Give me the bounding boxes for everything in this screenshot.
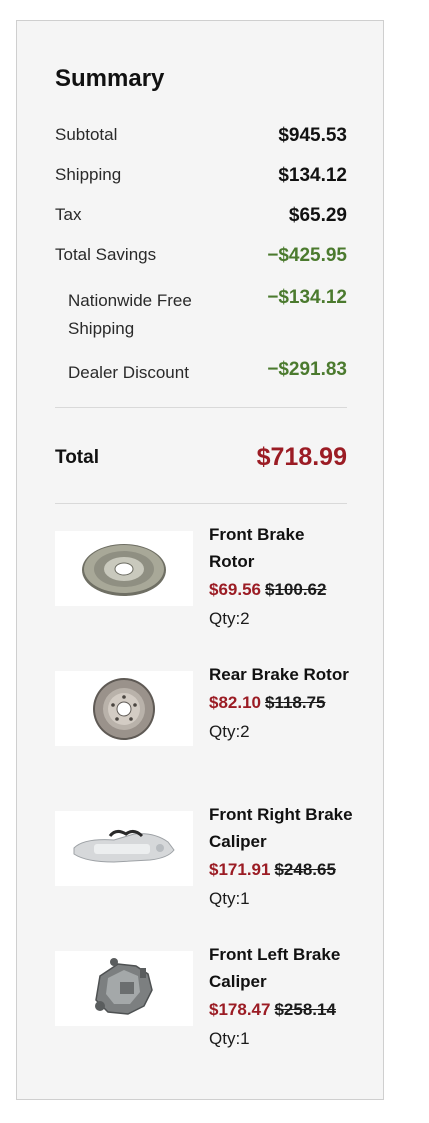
item-info: Front Brake Rotor $69.56 $100.62 Qty:2 xyxy=(209,521,353,633)
divider xyxy=(55,503,347,504)
item-name[interactable]: Front Left Brake Caliper xyxy=(209,941,353,995)
nationwide-shipping-row: Nationwide Free Shipping −$134.12 xyxy=(55,287,347,343)
tax-value: $65.29 xyxy=(288,205,347,226)
shipping-label: Shipping xyxy=(55,165,122,184)
total-label: Total xyxy=(55,446,99,468)
sale-price: $69.56 xyxy=(209,580,261,599)
tax-row: Tax $65.29 xyxy=(55,205,347,227)
item-quantity: Qty:1 xyxy=(209,1029,250,1048)
sale-price: $171.91 xyxy=(209,860,271,879)
subtotal-label: Subtotal xyxy=(55,125,118,144)
item-prices: $69.56 $100.62 xyxy=(209,575,353,605)
dealer-discount-value: −$291.83 xyxy=(267,359,347,380)
item-quantity: Qty:2 xyxy=(209,722,250,741)
item-info: Front Right Brake Caliper $171.91 $248.65… xyxy=(209,801,353,913)
tax-label: Tax xyxy=(55,205,82,224)
nationwide-shipping-label: Nationwide Free Shipping xyxy=(68,291,192,338)
brake-rotor-icon xyxy=(55,531,193,606)
item-name[interactable]: Rear Brake Rotor xyxy=(209,661,353,688)
sale-price: $178.47 xyxy=(209,1000,271,1019)
dealer-discount-label: Dealer Discount xyxy=(68,363,189,382)
nationwide-shipping-value: −$134.12 xyxy=(267,287,347,308)
original-price: $258.14 xyxy=(274,1000,336,1019)
item-prices: $82.10 $118.75 xyxy=(209,688,353,718)
brake-caliper-icon xyxy=(55,951,193,1026)
item-name[interactable]: Front Right Brake Caliper xyxy=(209,801,353,855)
total-savings-value: −$425.95 xyxy=(267,245,347,266)
cart-item: Rear Brake Rotor $82.10 $118.75 Qty:2 xyxy=(55,661,349,781)
cart-item: Front Left Brake Caliper $178.47 $258.14 … xyxy=(55,941,347,1061)
shipping-row: Shipping $134.12 xyxy=(55,165,347,187)
total-value: $718.99 xyxy=(256,443,347,471)
brake-rotor-icon xyxy=(55,671,193,746)
original-price: $118.75 xyxy=(265,693,326,712)
item-prices: $171.91 $248.65 xyxy=(209,855,353,885)
item-info: Rear Brake Rotor $82.10 $118.75 Qty:2 xyxy=(209,661,353,746)
dealer-discount-row: Dealer Discount −$291.83 xyxy=(55,359,347,387)
item-name[interactable]: Front Brake Rotor xyxy=(209,521,353,575)
item-prices: $178.47 $258.14 xyxy=(209,995,353,1025)
brake-caliper-icon xyxy=(55,811,193,886)
total-row: Total $718.99 xyxy=(55,443,347,472)
original-price: $248.65 xyxy=(274,860,336,879)
cart-item: Front Brake Rotor $69.56 $100.62 Qty:2 xyxy=(55,521,347,641)
shipping-value: $134.12 xyxy=(278,165,347,186)
summary-title: Summary xyxy=(55,65,165,92)
item-quantity: Qty:2 xyxy=(209,609,250,628)
order-summary-panel: Summary Subtotal $945.53 Shipping $134.1… xyxy=(16,20,384,1100)
divider xyxy=(55,407,347,408)
cart-item: Front Right Brake Caliper $171.91 $248.65… xyxy=(55,801,353,921)
item-info: Front Left Brake Caliper $178.47 $258.14 … xyxy=(209,941,353,1053)
sale-price: $82.10 xyxy=(209,693,261,712)
total-savings-row: Total Savings −$425.95 xyxy=(55,245,347,267)
total-savings-label: Total Savings xyxy=(55,245,157,264)
subtotal-value: $945.53 xyxy=(278,125,347,146)
subtotal-row: Subtotal $945.53 xyxy=(55,125,347,147)
item-quantity: Qty:1 xyxy=(209,889,250,908)
original-price: $100.62 xyxy=(265,580,327,599)
